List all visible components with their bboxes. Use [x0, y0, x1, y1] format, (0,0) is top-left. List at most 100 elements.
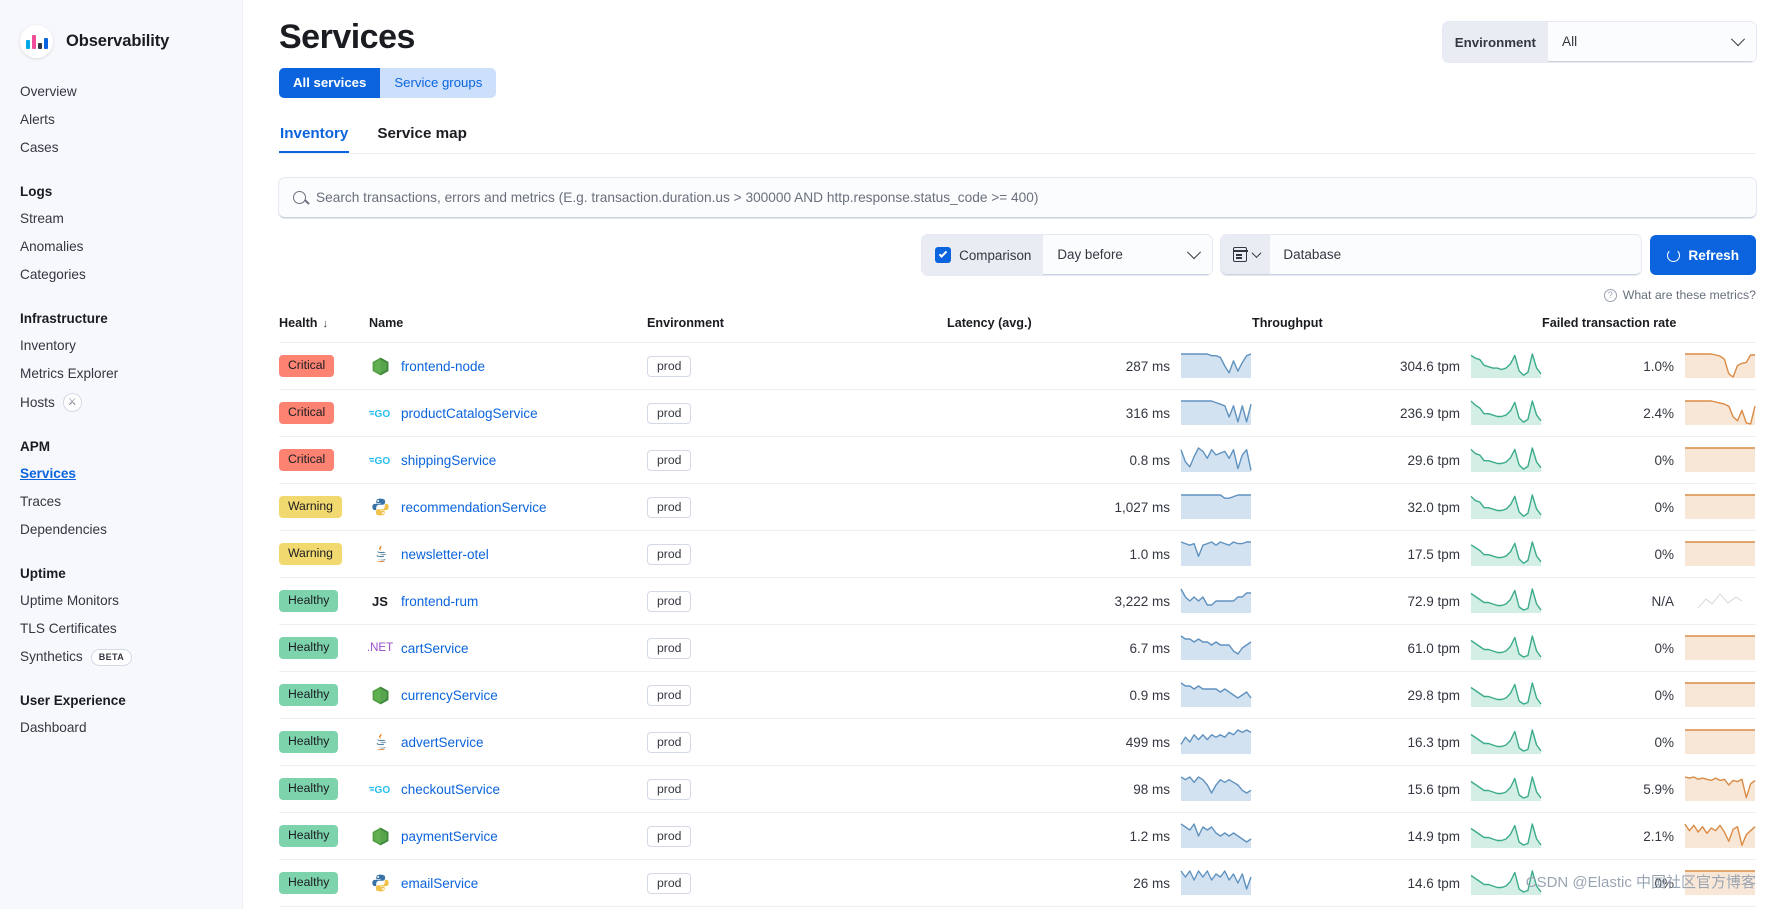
throughput-sparkline: [1470, 494, 1542, 520]
sidebar-item-cases[interactable]: Cases: [0, 134, 242, 162]
service-name-link[interactable]: cartService: [401, 641, 469, 656]
environment-selector[interactable]: Environment All: [1443, 22, 1756, 62]
date-value-input[interactable]: Database: [1270, 235, 1641, 274]
sidebar-item-services[interactable]: Services: [0, 460, 242, 488]
cell-failed-transaction-rate: 0%: [1542, 719, 1756, 766]
latency-sparkline: [1180, 494, 1252, 520]
sidebar-item-label: Uptime Monitors: [20, 592, 119, 610]
sidebar-item-dashboard[interactable]: Dashboard: [0, 714, 242, 742]
service-name-link[interactable]: shippingService: [401, 453, 496, 468]
column-header-environment[interactable]: Environment: [647, 310, 947, 343]
sidebar-item-categories[interactable]: Categories: [0, 261, 242, 289]
cell-health: Healthy: [279, 813, 369, 860]
environment-badge: prod: [647, 403, 691, 424]
sidebar-group-infrastructure: Infrastructure: [0, 311, 242, 326]
service-name-link[interactable]: productCatalogService: [401, 406, 538, 421]
failed-rate-sparkline: [1684, 588, 1756, 614]
cell-health: Critical: [279, 437, 369, 484]
sidebar-item-stream[interactable]: Stream: [0, 205, 242, 233]
date-quick-select-button[interactable]: [1221, 235, 1270, 274]
table-row[interactable]: HealthycurrencyServiceprod0.9 ms29.8 tpm…: [279, 672, 1756, 719]
agent-java-icon: [369, 544, 391, 564]
cell-health: Warning: [279, 531, 369, 578]
service-name-link[interactable]: checkoutService: [401, 782, 500, 797]
sidebar-item-tls-certificates[interactable]: TLS Certificates: [0, 615, 242, 643]
cell-environment: prod: [647, 437, 947, 484]
column-header-latency[interactable]: Latency (avg.): [947, 310, 1252, 343]
question-circle-icon: ?: [1604, 289, 1617, 302]
comparison-select[interactable]: Day before: [1043, 235, 1212, 275]
tab-inventory[interactable]: Inventory: [279, 125, 349, 153]
throughput-value: 14.9 tpm: [1407, 829, 1460, 844]
environment-dropdown[interactable]: All: [1548, 22, 1756, 62]
table-row[interactable]: Warningnewsletter-otelprod1.0 ms17.5 tpm…: [279, 531, 1756, 578]
service-name-link[interactable]: recommendationService: [401, 500, 547, 515]
beaker-icon: ⚔: [63, 393, 82, 412]
sidebar-item-dependencies[interactable]: Dependencies: [0, 516, 242, 544]
column-header-health[interactable]: Health↓: [279, 310, 369, 343]
search-input[interactable]: Search transactions, errors and metrics …: [279, 178, 1756, 218]
refresh-button[interactable]: Refresh: [1650, 235, 1756, 275]
sort-arrow-icon: ↓: [323, 318, 329, 330]
table-row[interactable]: HealthyJSfrontend-rumprod3,222 ms72.9 tp…: [279, 578, 1756, 625]
table-row[interactable]: Criticalfrontend-nodeprod287 ms304.6 tpm…: [279, 343, 1756, 390]
all-services-button[interactable]: All services: [279, 68, 380, 98]
sidebar-nav: Overview Alerts Cases Logs Stream Anomal…: [0, 62, 242, 742]
table-row[interactable]: HealthyGOcheckoutServiceprod98 ms15.6 tp…: [279, 766, 1756, 813]
chevron-down-icon: [1252, 248, 1262, 258]
service-groups-button[interactable]: Service groups: [380, 68, 496, 98]
sidebar-item-alerts[interactable]: Alerts: [0, 106, 242, 134]
column-header-failed-transaction-rate[interactable]: Failed transaction rate: [1542, 310, 1756, 343]
cell-throughput: 304.6 tpm: [1252, 343, 1542, 390]
sidebar-item-traces[interactable]: Traces: [0, 488, 242, 516]
sidebar-item-synthetics[interactable]: Synthetics BETA: [0, 643, 242, 671]
throughput-sparkline: [1470, 729, 1542, 755]
table-row[interactable]: CriticalGOshippingServiceprod0.8 ms29.6 …: [279, 437, 1756, 484]
search-placeholder: Search transactions, errors and metrics …: [316, 190, 1038, 205]
what-are-these-metrics-link[interactable]: ? What are these metrics?: [279, 288, 1756, 302]
sidebar-item-metrics-explorer[interactable]: Metrics Explorer: [0, 360, 242, 388]
sidebar-item-hosts[interactable]: Hosts ⚔: [0, 388, 242, 417]
service-name-link[interactable]: paymentService: [401, 829, 498, 844]
sidebar-item-overview[interactable]: Overview: [0, 78, 242, 106]
service-name-link[interactable]: newsletter-otel: [401, 547, 489, 562]
comparison-checkbox[interactable]: [935, 247, 951, 263]
service-name-link[interactable]: emailService: [401, 876, 478, 891]
sidebar-item-uptime-monitors[interactable]: Uptime Monitors: [0, 587, 242, 615]
service-name-link[interactable]: currencyService: [401, 688, 498, 703]
table-row[interactable]: HealthypaymentServiceprod1.2 ms14.9 tpm2…: [279, 813, 1756, 860]
table-row[interactable]: WarningrecommendationServiceprod1,027 ms…: [279, 484, 1756, 531]
svg-text:GO: GO: [375, 785, 391, 796]
cell-failed-transaction-rate: N/A: [1542, 578, 1756, 625]
environment-badge: prod: [647, 826, 691, 847]
throughput-value: 236.9 tpm: [1400, 406, 1460, 421]
comparison-checkbox-wrap[interactable]: Comparison: [922, 235, 1043, 275]
table-row[interactable]: CriticalGOproductCatalogServiceprod316 m…: [279, 390, 1756, 437]
tab-service-map[interactable]: Service map: [376, 125, 468, 153]
table-row[interactable]: HealthyadvertServiceprod499 ms16.3 tpm0%: [279, 719, 1756, 766]
agent-go-icon: GO: [369, 782, 391, 796]
service-name-link[interactable]: frontend-rum: [401, 594, 478, 609]
latency-sparkline: [1180, 353, 1252, 379]
sidebar-item-anomalies[interactable]: Anomalies: [0, 233, 242, 261]
table-row[interactable]: Healthy.NETcartServiceprod6.7 ms61.0 tpm…: [279, 625, 1756, 672]
watermark: CSDN @Elastic 中国社区官方博客: [1526, 871, 1756, 892]
failed-rate-value: 1.0%: [1643, 359, 1674, 374]
column-header-name[interactable]: Name: [369, 310, 647, 343]
cell-throughput: 32.0 tpm: [1252, 484, 1542, 531]
status-badge: Warning: [279, 496, 342, 518]
cell-throughput: 61.0 tpm: [1252, 625, 1542, 672]
date-value: Database: [1283, 247, 1341, 262]
service-name-link[interactable]: frontend-node: [401, 359, 485, 374]
column-header-throughput[interactable]: Throughput: [1252, 310, 1542, 343]
comparison-label: Comparison: [959, 248, 1031, 263]
environment-label: Environment: [1443, 22, 1548, 62]
brand[interactable]: Observability: [0, 0, 242, 62]
page-header: Services Environment All: [279, 0, 1756, 62]
tabs: Inventory Service map: [279, 125, 1756, 154]
service-name-link[interactable]: advertService: [401, 735, 484, 750]
sidebar-item-inventory[interactable]: Inventory: [0, 332, 242, 360]
throughput-sparkline: [1470, 682, 1542, 708]
failed-rate-sparkline: [1684, 635, 1756, 661]
throughput-value: 14.6 tpm: [1407, 876, 1460, 891]
